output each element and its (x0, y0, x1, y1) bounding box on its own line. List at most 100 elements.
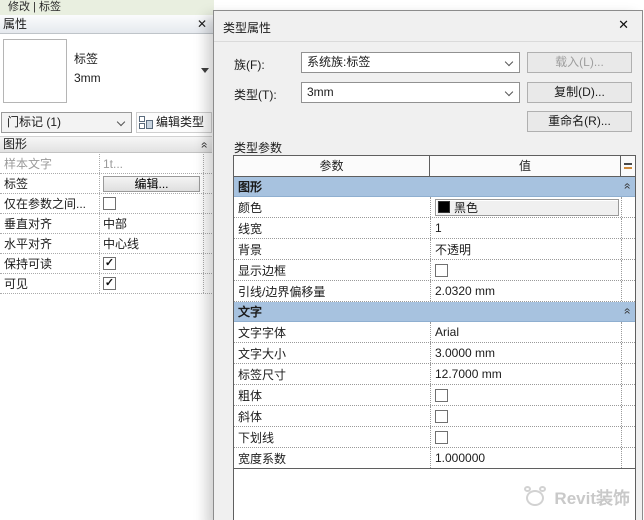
type-combobox[interactable]: 3mm (301, 82, 520, 103)
parameter-value[interactable]: 不透明 (435, 241, 471, 258)
parameter-value[interactable]: 中部 (103, 215, 127, 232)
parameter-name: 显示边框 (234, 260, 430, 280)
parameter-name: 文字大小 (234, 343, 430, 363)
associate-cell (621, 406, 635, 426)
parameter-name: 保持可读 (0, 255, 99, 272)
associate-cell (621, 260, 635, 280)
checkbox-checked[interactable]: ✓ (103, 257, 116, 270)
parameter-name: 标签 (0, 175, 99, 192)
watermark-logo-icon (524, 486, 548, 508)
palette-parameter-table: 样本文字1t...标签编辑...仅在参数之间...垂直对齐中部水平对齐中心线保持… (0, 154, 212, 294)
parameter-value-cell[interactable] (430, 406, 621, 426)
parameter-value[interactable]: 中心线 (103, 235, 139, 252)
watermark: Revit装饰 (524, 484, 630, 509)
family-combobox[interactable]: 系统族:标签 (301, 52, 520, 73)
checkbox-checked[interactable]: ✓ (103, 277, 116, 290)
parameter-value-cell[interactable] (430, 385, 621, 405)
chevron-down-icon (117, 118, 125, 126)
parameter-value-disabled: 1t... (103, 157, 123, 171)
family-label: 族(F): (234, 56, 265, 73)
parameter-value-cell[interactable]: Arial (430, 322, 621, 342)
parameter-value-cell[interactable]: ✓ (99, 274, 203, 293)
parameter-value-cell[interactable] (430, 260, 621, 280)
checkbox[interactable] (103, 197, 116, 210)
parameter-name: 可见 (0, 275, 99, 292)
parameter-value-cell[interactable]: 12.7000 mm (430, 364, 621, 384)
checkbox[interactable] (435, 264, 448, 277)
parameter-name: 仅在参数之间... (0, 195, 99, 212)
table-row: 背景不透明 (234, 239, 635, 260)
parameter-value-cell[interactable]: 中部 (99, 214, 203, 233)
selection-row: 门标记 (1) 编辑类型 (0, 111, 213, 134)
parameter-value-cell[interactable] (99, 194, 203, 213)
associate-cell (203, 174, 212, 193)
parameter-name: 水平对齐 (0, 235, 99, 252)
parameter-value-cell[interactable] (430, 427, 621, 447)
checkbox[interactable] (435, 431, 448, 444)
table-row: 引线/边界偏移量 2.0320 mm (234, 281, 635, 302)
column-header-parameter: 参数 (234, 156, 430, 176)
parameter-value-cell[interactable]: 黑色 (430, 197, 621, 217)
parameter-value-cell[interactable]: 中心线 (99, 234, 203, 253)
table-row: 线宽1 (234, 218, 635, 239)
parameter-value[interactable]: 12.7000 mm (435, 367, 502, 381)
palette-group-header-graphics[interactable]: 图形 » (0, 136, 212, 153)
checkbox[interactable] (435, 410, 448, 423)
parameter-value-cell[interactable]: 1 (430, 218, 621, 238)
parameter-value-cell[interactable]: 编辑... (99, 174, 203, 193)
properties-palette-title: 属性 (3, 15, 27, 33)
parameter-value[interactable]: 2.0320 mm (435, 284, 495, 298)
parameter-name: 背景 (234, 239, 430, 259)
parameter-value[interactable]: Arial (435, 325, 459, 339)
parameter-value-cell[interactable]: 不透明 (430, 239, 621, 259)
parameter-value[interactable]: 3.0000 mm (435, 346, 495, 360)
associate-cell (621, 385, 635, 405)
parameter-value-cell[interactable]: 3.0000 mm (430, 343, 621, 363)
table-row: 下划线 (234, 427, 635, 448)
parameter-group-header[interactable]: 图形» (234, 177, 635, 197)
parameter-value-cell[interactable]: ✓ (99, 254, 203, 273)
color-value-button[interactable]: 黑色 (435, 199, 619, 216)
ribbon-context-tab[interactable]: 修改 | 标签 (0, 0, 214, 15)
properties-close-icon[interactable]: ✕ (197, 15, 207, 33)
parameter-value-cell[interactable]: 1.000000 (430, 448, 621, 468)
parameter-value-cell[interactable]: 2.0320 mm (430, 281, 621, 301)
checkbox[interactable] (435, 389, 448, 402)
associate-cell (621, 322, 635, 342)
table-body: 图形»颜色黑色线宽1背景不透明显示边框引线/边界偏移量2.0320 mm文字»文… (234, 177, 635, 469)
associate-cell (621, 343, 635, 363)
associate-cell (203, 194, 212, 213)
instance-filter-value: 门标记 (1) (7, 115, 61, 129)
type-selector[interactable]: 标签 3mm (0, 35, 213, 111)
rename-button[interactable]: 重命名(R)... (527, 111, 632, 132)
parameter-value[interactable]: 1.000000 (435, 451, 485, 465)
collapse-chevron-icon[interactable]: » (622, 308, 632, 315)
chevron-down-icon (505, 58, 513, 66)
parameter-value-cell[interactable]: 1t... (99, 154, 203, 173)
parameter-group-header[interactable]: 文字» (234, 302, 635, 322)
property-row: 水平对齐中心线 (0, 234, 212, 254)
load-button[interactable]: 载入(L)... (527, 52, 632, 73)
associate-cell (621, 448, 635, 468)
table-row: 粗体 (234, 385, 635, 406)
associate-cell (621, 427, 635, 447)
type-parameters-table: 参数 值 图形»颜色黑色线宽1背景不透明显示边框引线/边界偏移量2.0320 m… (233, 155, 636, 520)
properties-palette-header: 属性 ✕ (0, 15, 213, 34)
edit-label-button[interactable]: 编辑... (103, 176, 200, 192)
parameter-name: 文字字体 (234, 322, 430, 342)
dialog-close-icon[interactable]: ✕ (618, 17, 629, 33)
duplicate-button[interactable]: 复制(D)... (527, 82, 632, 103)
parameter-value[interactable]: 1 (435, 221, 442, 235)
type-selector-dropdown-icon[interactable] (201, 68, 209, 73)
instance-filter-combobox[interactable]: 门标记 (1) (1, 112, 132, 133)
property-row: 仅在参数之间... (0, 194, 212, 214)
property-row: 标签编辑... (0, 174, 212, 194)
color-swatch (438, 201, 450, 213)
collapse-chevron-icon[interactable]: » (622, 183, 632, 190)
table-row: 文字字体 Arial (234, 322, 635, 343)
edit-type-button[interactable]: 编辑类型 (136, 112, 212, 133)
parameter-name: 引线/边界偏移量 (234, 281, 430, 301)
edit-type-label: 编辑类型 (156, 113, 204, 132)
collapse-chevron-icon[interactable]: » (199, 142, 209, 149)
associate-cell (203, 254, 212, 273)
